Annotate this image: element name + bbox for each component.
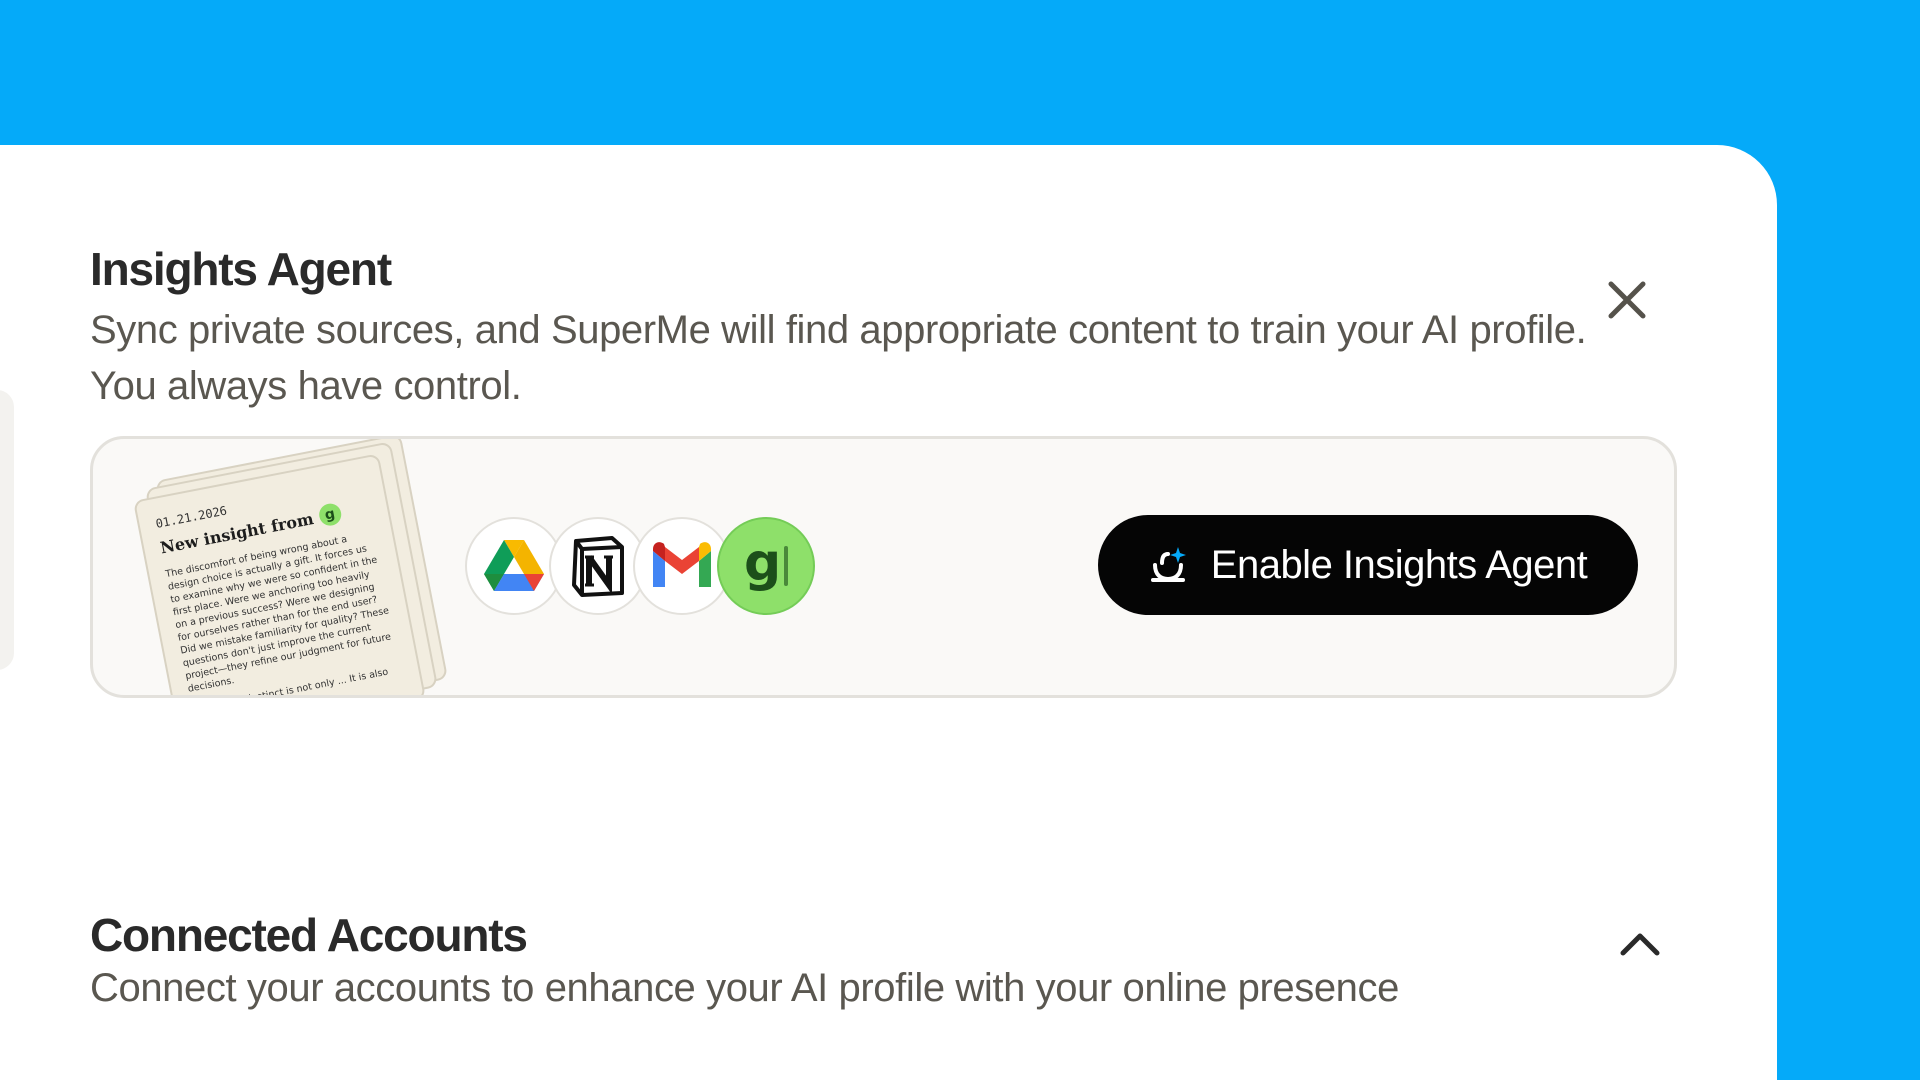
side-panel-edge: [0, 390, 14, 670]
insights-agent-card: 01.21.2026 New insight from g The discom…: [90, 436, 1677, 698]
connected-accounts-description: Connect your accounts to enhance your AI…: [90, 966, 1399, 1010]
gmail-icon: [653, 542, 711, 587]
granola-icon: g: [744, 534, 788, 593]
connected-accounts-collapse-button[interactable]: [1612, 915, 1668, 971]
enable-insights-agent-button[interactable]: Enable Insights Agent: [1098, 515, 1638, 615]
enable-button-label: Enable Insights Agent: [1210, 542, 1588, 587]
insights-agent-title: Insights Agent: [90, 243, 392, 295]
google-drive-icon: [484, 540, 544, 591]
notion-icon: [572, 536, 624, 597]
agent-spark-icon: [1150, 547, 1186, 582]
granola-logo: g: [717, 517, 815, 615]
connected-accounts-title: Connected Accounts: [90, 909, 528, 961]
svg-text:g: g: [744, 534, 781, 593]
granola-badge: g: [316, 501, 343, 528]
insight-paper-illustration: 01.21.2026 New insight from g The discom…: [133, 439, 453, 695]
insights-agent-description: Sync private sources, and SuperMe will f…: [90, 308, 1587, 408]
source-logos: g: [465, 517, 845, 617]
chevron-up-icon: [1620, 933, 1660, 956]
